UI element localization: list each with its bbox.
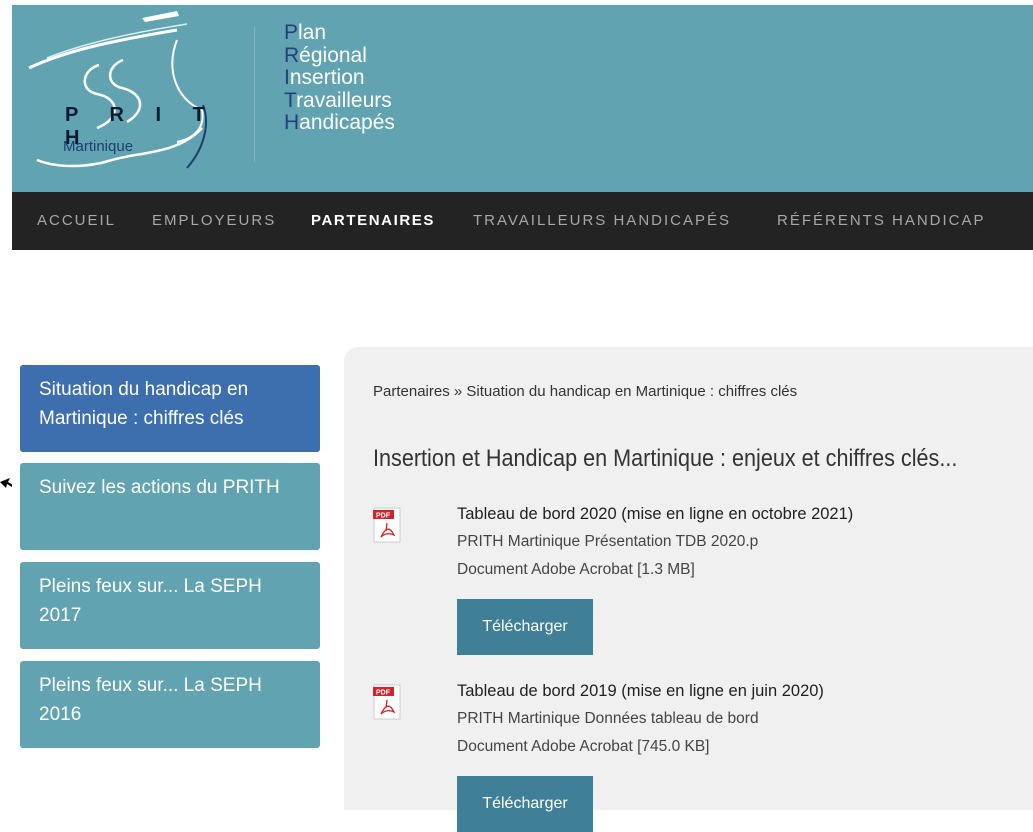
document-title[interactable]: Tableau de bord 2020 (mise en ligne en o…: [457, 505, 853, 524]
sidebar-item-suivez-actions[interactable]: Suivez les actions du PRITH: [20, 463, 320, 550]
download-button[interactable]: Télécharger: [457, 599, 593, 655]
sidebar-item-situation-handicap[interactable]: Situation du handicap en Martinique : ch…: [20, 365, 320, 452]
tagline-line: Plan: [284, 21, 327, 44]
tagline-line: Travailleurs: [284, 88, 392, 112]
document-title[interactable]: Tableau de bord 2019 (mise en ligne en j…: [457, 682, 824, 701]
header-tagline: Plan Régional Insertion Travailleurs Han…: [284, 21, 395, 135]
main-nav: ACCUEIL EMPLOYEURS PARTENAIRES TRAVAILLE…: [12, 192, 1033, 250]
prith-logo[interactable]: P R I T H Martinique: [27, 10, 257, 170]
document-filetype: Document Adobe Acrobat [745.0 KB]: [457, 738, 710, 755]
page-title: Insertion et Handicap en Martinique : en…: [373, 445, 958, 472]
sidebar-item-seph-2016[interactable]: Pleins feux sur... La SEPH 2016: [20, 661, 320, 748]
nav-item-accueil[interactable]: ACCUEIL: [37, 212, 116, 229]
pdf-icon[interactable]: PDF: [373, 684, 401, 720]
nav-item-travailleurs-handicapes[interactable]: TRAVAILLEURS HANDICAPÉS: [473, 212, 731, 229]
document-filetype: Document Adobe Acrobat [1.3 MB]: [457, 561, 695, 578]
main-content: Partenaires » Situation du handicap en M…: [344, 347, 1033, 832]
document-filename: PRITH Martinique Données tableau de bord: [457, 710, 759, 727]
download-button[interactable]: Télécharger: [457, 776, 593, 832]
svg-text:PDF: PDF: [376, 513, 391, 520]
site-header: P R I T H Martinique Plan Régional Inser…: [12, 5, 1033, 192]
nav-item-employeurs[interactable]: EMPLOYEURS: [152, 212, 276, 229]
document-filename: PRITH Martinique Présentation TDB 2020.p: [457, 533, 759, 550]
nav-item-referents-handicap[interactable]: RÉFÉRENTS HANDICAP: [777, 212, 986, 229]
tagline-line: Insertion: [284, 66, 365, 89]
tagline-line: Handicapés: [284, 111, 395, 134]
pdf-icon[interactable]: PDF: [373, 507, 401, 543]
header-divider: [254, 27, 255, 162]
svg-text:PDF: PDF: [376, 690, 391, 697]
sidebar-item-seph-2017[interactable]: Pleins feux sur... La SEPH 2017: [20, 562, 320, 649]
nav-item-partenaires[interactable]: PARTENAIRES: [311, 212, 435, 229]
tagline-line: Régional: [284, 43, 367, 67]
breadcrumb[interactable]: Partenaires » Situation du handicap en M…: [373, 383, 797, 400]
logo-martinique-text: Martinique: [63, 138, 134, 155]
page-frame: P R I T H Martinique Plan Régional Inser…: [12, 5, 1033, 832]
